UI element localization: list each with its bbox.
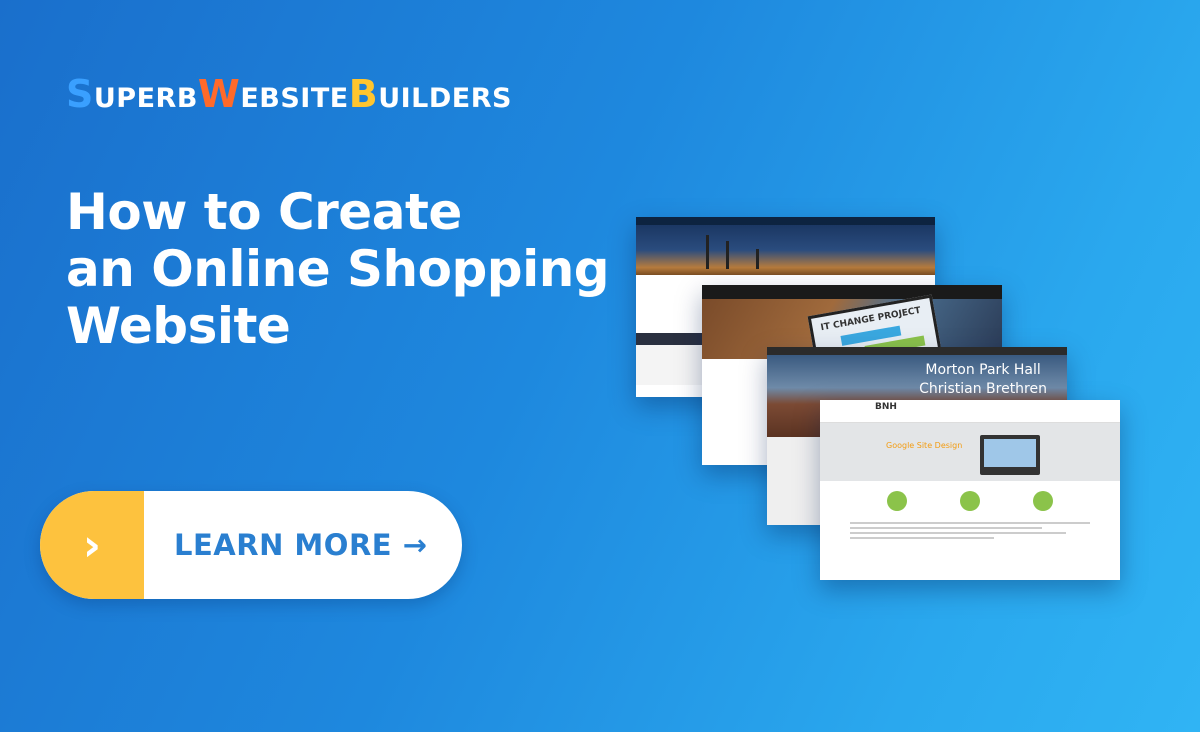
hall-title: Morton Park Hall Christian Brethren (919, 361, 1047, 399)
feature-icons (820, 481, 1120, 511)
screenshot-navbar (702, 285, 1002, 299)
google-site-hero: Google Site Design (820, 423, 1120, 481)
monitor-icon (980, 435, 1040, 475)
screen-icon (959, 491, 980, 511)
screenshot-header: BNH (820, 400, 1120, 414)
mail-icon (1033, 491, 1054, 511)
screenshot-menu (820, 414, 1120, 423)
screenshot-navbar (767, 347, 1067, 355)
logo-text-website: EBSITE (240, 83, 349, 114)
screenshot-navbar (636, 217, 935, 225)
page-title: How to Create an Online Shopping Website (66, 184, 626, 355)
hall-title-line-1: Morton Park Hall (925, 362, 1041, 378)
learn-more-button[interactable]: › LEARN MORE → (40, 491, 462, 599)
chevron-right-icon: › (40, 491, 144, 599)
hall-title-line-2: Christian Brethren (919, 381, 1047, 397)
title-line-3: Website (66, 297, 291, 355)
tablet-heading: IT CHANGE PROJECT (819, 305, 922, 334)
logo-letter-b: B (348, 72, 379, 116)
learn-more-label: LEARN MORE → (174, 528, 428, 562)
banner: SUPERBWEBSITEBUILDERS How to Create an O… (0, 0, 1200, 732)
title-line-2: an Online Shopping (66, 240, 610, 298)
text-placeholder-lines (820, 511, 1120, 550)
cloud-icon (886, 491, 907, 511)
logo-text-superb: UPERB (93, 83, 198, 114)
bnh-logo: BNH (875, 402, 897, 412)
logo-letter-w: W (197, 72, 241, 116)
website-screenshot-4: BNH Google Site Design (820, 400, 1120, 580)
logo-text-builders: UILDERS (378, 83, 512, 114)
title-line-1: How to Create (66, 183, 462, 241)
industrial-hero-image (636, 225, 935, 275)
logo-letter-s: S (66, 72, 94, 116)
google-site-title: Google Site Design (886, 441, 963, 450)
site-logo[interactable]: SUPERBWEBSITEBUILDERS (66, 72, 512, 116)
